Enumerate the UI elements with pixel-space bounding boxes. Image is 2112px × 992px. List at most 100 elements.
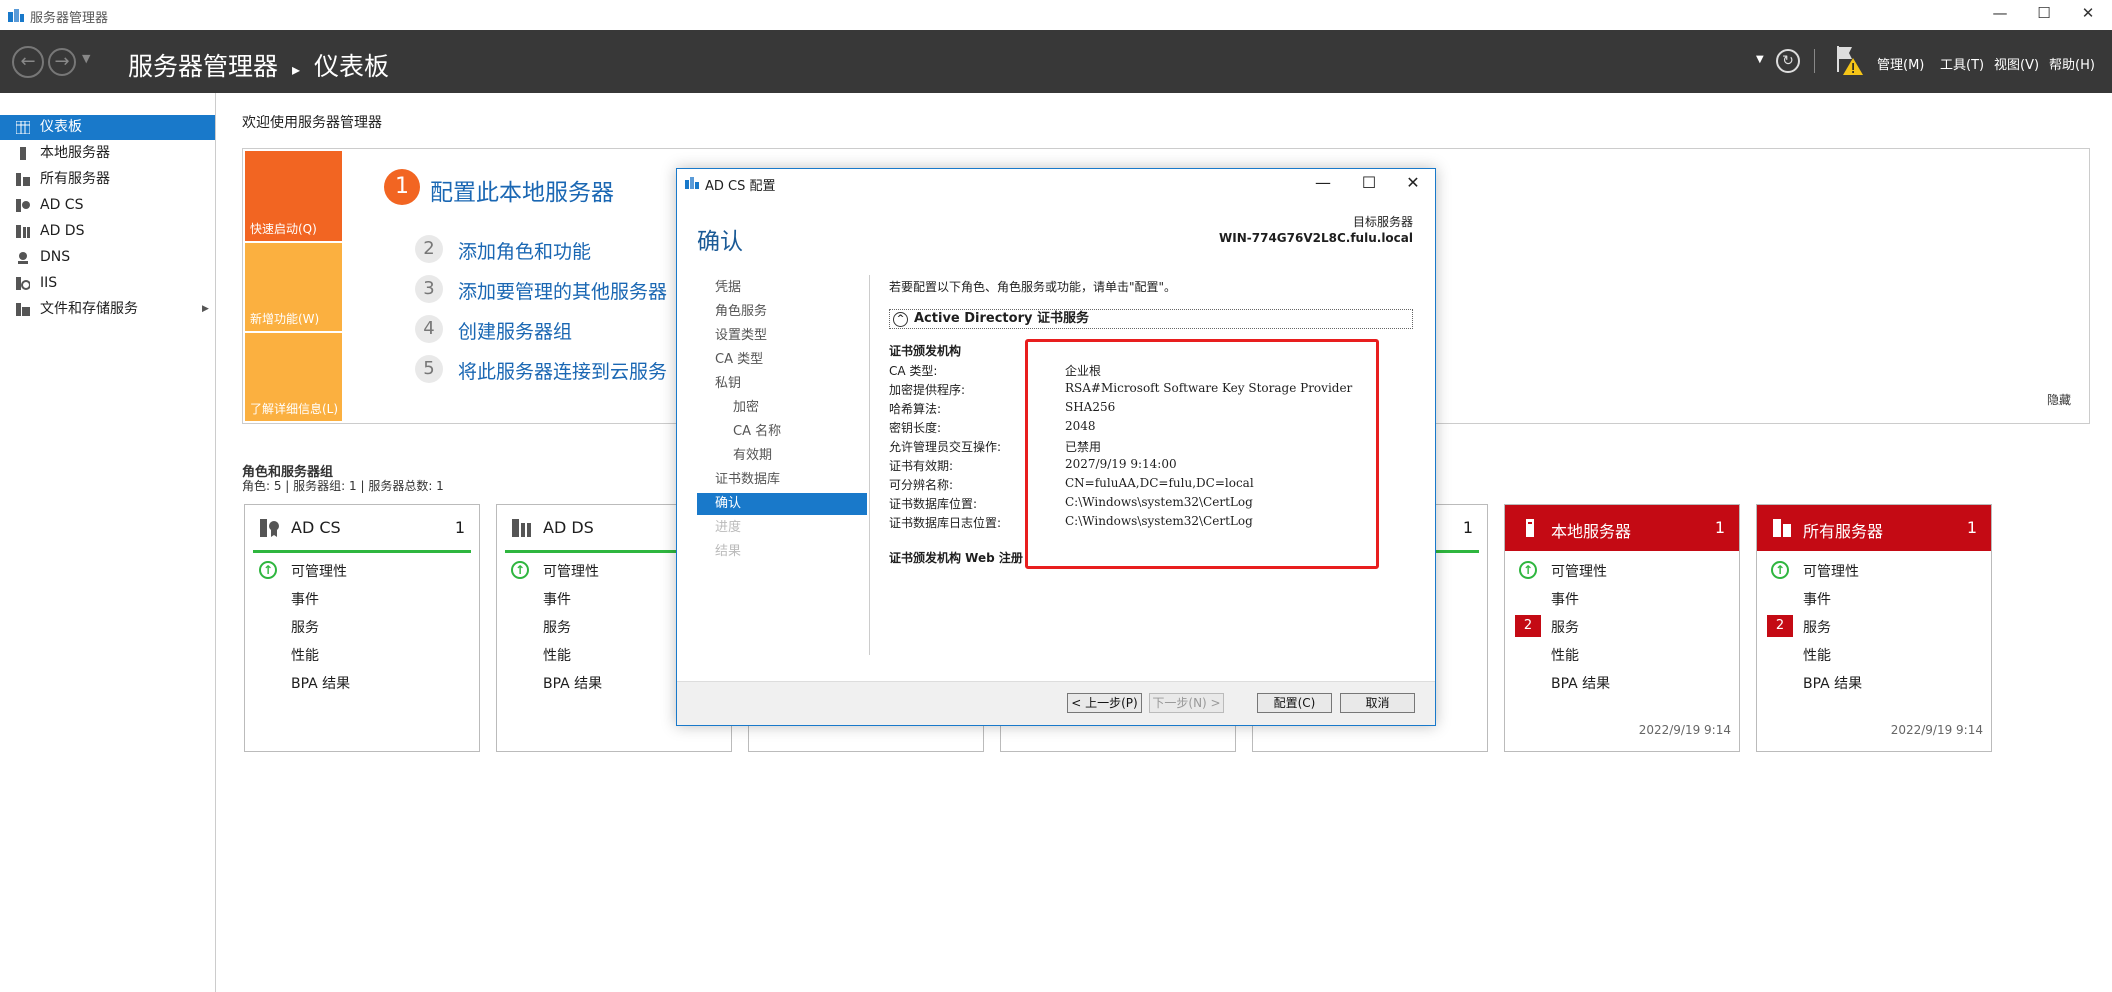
menu-view[interactable]: 视图(V) <box>1994 54 2039 73</box>
create-server-group-link[interactable]: 创建服务器组 <box>458 317 572 344</box>
menu-manage[interactable]: 管理(M) <box>1877 54 1924 73</box>
card-row-bpa[interactable]: BPA 结果 <box>543 673 602 693</box>
sidebar-item-label: 文件和存储服务 <box>40 301 138 317</box>
dns-icon <box>18 252 28 264</box>
target-server-value: WIN-774G76V2L8C.fulu.local <box>1219 231 1413 245</box>
expand-arrow-icon[interactable]: ▶ <box>202 297 209 322</box>
close-button[interactable]: ✕ <box>2068 4 2108 26</box>
step-number: 3 <box>415 275 443 303</box>
sidebar-item-iis[interactable]: IIS <box>0 271 215 296</box>
sidebar-item-local-server[interactable]: 本地服务器 <box>0 141 215 166</box>
hide-link[interactable]: 隐藏 <box>2047 391 2071 408</box>
minimize-button[interactable]: — <box>1980 4 2020 26</box>
sidebar-item-adcs[interactable]: AD CS <box>0 193 215 218</box>
role-card-all-servers[interactable]: 所有服务器 1 ↑ 可管理性 事件 2 服务 性能 BPA 结果 2022/9/… <box>1756 504 1992 752</box>
nav-credentials[interactable]: 凭据 <box>697 277 867 299</box>
card-row-events[interactable]: 事件 <box>1551 589 1579 609</box>
refresh-icon[interactable]: ↻ <box>1776 49 1800 73</box>
tile-label: 快速启动(Q) <box>250 222 317 236</box>
nav-ca-name[interactable]: CA 名称 <box>697 421 867 443</box>
card-row-performance[interactable]: 性能 <box>1803 645 1831 665</box>
role-card-adcs[interactable]: AD CS 1 ↑ 可管理性 事件 服务 性能 BPA 结果 <box>244 504 480 752</box>
dialog-heading: 确认 <box>697 229 743 255</box>
nav-ca-type[interactable]: CA 类型 <box>697 349 867 371</box>
nav-confirmation[interactable]: 确认 <box>697 493 867 515</box>
sidebar-item-file-storage[interactable]: 文件和存储服务 ▶ <box>0 297 215 322</box>
adcs-config-dialog: AD CS 配置 — ☐ ✕ 确认 目标服务器 WIN-774G76V2L8C.… <box>676 168 1436 726</box>
nav-validity-period[interactable]: 有效期 <box>697 445 867 467</box>
add-roles-link[interactable]: 添加角色和功能 <box>458 237 591 264</box>
role-card-local-server[interactable]: 本地服务器 1 ↑ 可管理性 事件 2 服务 性能 BPA 结果 2022/9/… <box>1504 504 1740 752</box>
card-row-manageability[interactable]: 可管理性 <box>291 561 347 581</box>
collapse-icon[interactable]: ^ <box>893 312 908 327</box>
previous-button[interactable]: < 上一步(P) <box>1067 693 1142 713</box>
window-titlebar: 服务器管理器 — ☐ ✕ <box>0 0 2112 30</box>
menu-help[interactable]: 帮助(H) <box>2049 54 2095 73</box>
section-header-adcs[interactable]: ^ Active Directory 证书服务 <box>889 309 1413 329</box>
card-row-bpa[interactable]: BPA 结果 <box>1551 673 1610 693</box>
ok-status-icon: ↑ <box>1519 561 1537 579</box>
notification-flag-icon[interactable] <box>1834 44 1864 76</box>
menu-tools[interactable]: 工具(T) <box>1940 54 1984 73</box>
welcome-title: 欢迎使用服务器管理器 <box>242 115 382 131</box>
card-row-bpa[interactable]: BPA 结果 <box>291 673 350 693</box>
dropdown-icon[interactable]: ▼ <box>1756 54 1764 65</box>
field-label: 可分辨名称: <box>889 478 954 492</box>
sidebar-item-dns[interactable]: DNS <box>0 245 215 270</box>
server-icon <box>1526 519 1534 537</box>
tile-learn-more[interactable]: 了解详细信息(L) <box>245 333 342 421</box>
connect-cloud-link[interactable]: 将此服务器连接到云服务 <box>458 357 667 384</box>
nav-setup-type[interactable]: 设置类型 <box>697 325 867 347</box>
sidebar-item-all-servers[interactable]: 所有服务器 <box>0 167 215 192</box>
card-row-events[interactable]: 事件 <box>291 589 319 609</box>
tile-quick-start[interactable]: 快速启动(Q) <box>245 151 342 241</box>
dialog-maximize-button[interactable]: ☐ <box>1349 171 1389 195</box>
step-number: 4 <box>415 315 443 343</box>
card-row-events[interactable]: 事件 <box>1803 589 1831 609</box>
card-header[interactable]: AD CS 1 <box>245 505 479 551</box>
configure-local-server-link[interactable]: 配置此本地服务器 <box>430 173 614 207</box>
card-header[interactable]: 所有服务器 1 <box>1757 505 1991 551</box>
tile-label: 了解详细信息(L) <box>250 402 339 416</box>
card-row-performance[interactable]: 性能 <box>291 645 319 665</box>
dialog-minimize-button[interactable]: — <box>1303 171 1343 195</box>
configure-button[interactable]: 配置(C) <box>1257 693 1332 713</box>
card-row-bpa[interactable]: BPA 结果 <box>1803 673 1862 693</box>
section-title: Active Directory 证书服务 <box>914 311 1089 326</box>
nav-cryptography[interactable]: 加密 <box>697 397 867 419</box>
card-row-events[interactable]: 事件 <box>543 589 571 609</box>
card-header[interactable]: 本地服务器 1 <box>1505 505 1739 551</box>
cancel-button[interactable]: 取消 <box>1340 693 1415 713</box>
sidebar-item-adds[interactable]: AD DS <box>0 219 215 244</box>
maximize-button[interactable]: ☐ <box>2024 4 2064 26</box>
card-row-services[interactable]: 服务 <box>1803 617 1831 637</box>
history-dropdown-icon[interactable]: ▼ <box>82 52 90 65</box>
card-row-services[interactable]: 服务 <box>1551 617 1579 637</box>
breadcrumb: 服务器管理器 ▸ 仪表板 <box>128 47 389 83</box>
alert-count-badge: 2 <box>1767 615 1793 637</box>
field-label: 证书有效期: <box>889 459 954 473</box>
dialog-close-button[interactable]: ✕ <box>1393 171 1433 195</box>
card-row-services[interactable]: 服务 <box>543 617 571 637</box>
card-title: 本地服务器 <box>1551 522 1632 541</box>
back-button[interactable]: ← <box>12 46 44 78</box>
forward-button[interactable]: → <box>48 48 76 76</box>
card-row-performance[interactable]: 性能 <box>1551 645 1579 665</box>
card-row-manageability[interactable]: 可管理性 <box>1551 561 1607 581</box>
tile-whats-new[interactable]: 新增功能(W) <box>245 243 342 331</box>
certificate-server-icon <box>16 199 30 212</box>
nav-role-services[interactable]: 角色服务 <box>697 301 867 323</box>
breadcrumb-app[interactable]: 服务器管理器 <box>128 52 278 81</box>
card-row-manageability[interactable]: 可管理性 <box>543 561 599 581</box>
card-row-performance[interactable]: 性能 <box>543 645 571 665</box>
sidebar: 仪表板 本地服务器 所有服务器 AD CS AD DS DNS IIS 文件和存… <box>0 93 216 992</box>
directory-server-icon <box>16 225 30 238</box>
add-servers-link[interactable]: 添加要管理的其他服务器 <box>458 277 667 304</box>
nav-certificate-database[interactable]: 证书数据库 <box>697 469 867 491</box>
card-row-services[interactable]: 服务 <box>291 617 319 637</box>
card-row-manageability[interactable]: 可管理性 <box>1803 561 1859 581</box>
main-step-number: 1 <box>384 169 420 205</box>
nav-private-key[interactable]: 私钥 <box>697 373 867 395</box>
sidebar-item-dashboard[interactable]: 仪表板 <box>0 115 215 140</box>
directory-server-icon <box>512 519 531 537</box>
